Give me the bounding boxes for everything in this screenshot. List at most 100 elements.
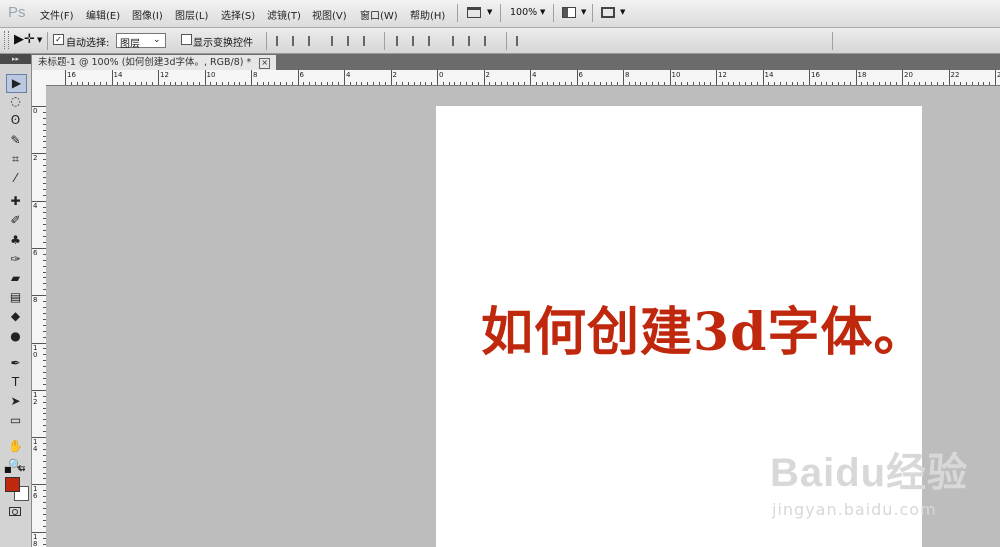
ruler-tick	[239, 82, 241, 85]
menu-select[interactable]: 选择(S)	[221, 7, 255, 22]
menu-separator	[592, 4, 593, 22]
ruler-label: 0	[439, 71, 444, 79]
ruler-tick	[669, 70, 671, 85]
options-separator	[506, 32, 507, 50]
ruler-tick	[942, 82, 944, 85]
headline-text-layer[interactable]: 如何创建3d字体。	[481, 290, 927, 365]
swap-colors-icon[interactable]: ⇆	[18, 464, 26, 474]
move-tool-icon[interactable]: ▶✛	[14, 32, 35, 47]
pen-tool-icon[interactable]: ✒	[6, 355, 25, 372]
ruler-tick	[623, 70, 624, 85]
ruler-tick	[309, 82, 311, 85]
menu-view[interactable]: 视图(V)	[312, 7, 347, 22]
distribute-horizontal-center-icon[interactable]	[468, 36, 482, 46]
screen-mode-icon[interactable]	[601, 7, 615, 18]
dodge-tool-icon[interactable]: ●	[6, 328, 25, 345]
zoom-level[interactable]: 100%	[510, 7, 537, 18]
blur-tool-icon[interactable]: ◆	[6, 308, 25, 325]
align-vertical-center-icon[interactable]	[292, 36, 306, 46]
ruler-tick	[518, 82, 520, 85]
distribute-bottom-icon[interactable]	[428, 36, 442, 46]
ruler-tick	[762, 70, 764, 85]
menu-filter[interactable]: 滤镜(T)	[267, 7, 301, 22]
toolbox-collapse-icon[interactable]: ▸▸	[0, 54, 31, 64]
brush-tool-icon[interactable]: ✐	[6, 212, 25, 229]
menu-edit[interactable]: 编辑(E)	[86, 7, 120, 22]
arrange-documents-icon[interactable]	[562, 7, 576, 18]
align-right-icon[interactable]	[363, 36, 377, 46]
ruler-label: 6	[33, 248, 38, 257]
distribute-left-icon[interactable]	[452, 36, 466, 46]
show-transform-checkbox[interactable]	[181, 34, 192, 46]
ruler-tick	[646, 82, 648, 85]
ruler-tick	[477, 82, 479, 85]
auto-select-dropdown[interactable]: 图层 ⌄	[116, 33, 166, 50]
ruler-origin[interactable]	[32, 70, 47, 86]
auto-select-checkbox[interactable]: ✓	[53, 34, 64, 46]
quick-select-tool-icon[interactable]: ✎	[6, 132, 25, 149]
menu-window[interactable]: 窗口(W)	[360, 7, 398, 22]
ruler-tick	[204, 70, 206, 85]
ruler-tick	[785, 82, 787, 85]
distribute-right-icon[interactable]	[484, 36, 498, 46]
history-brush-tool-icon[interactable]: ✑	[6, 251, 25, 268]
move-tool-icon[interactable]: ▶	[6, 74, 27, 93]
ruler-label: 12	[160, 71, 169, 79]
ruler-tick	[454, 82, 456, 85]
launch-bridge-icon[interactable]	[467, 7, 481, 18]
auto-select-value: 图层	[120, 39, 140, 50]
foreground-color-swatch[interactable]	[5, 477, 20, 492]
clone-stamp-tool-icon[interactable]: ♣	[6, 232, 25, 249]
align-left-icon[interactable]	[331, 36, 345, 46]
ruler-label: 8	[253, 71, 258, 79]
ruler-tick	[437, 70, 438, 85]
quick-mask-icon[interactable]	[9, 507, 21, 516]
ruler-tick	[466, 82, 468, 85]
type-tool-icon[interactable]: T	[6, 374, 25, 391]
ruler-tick	[530, 70, 531, 85]
ruler-tick	[233, 82, 235, 85]
ruler-tick	[320, 82, 322, 85]
menu-help[interactable]: 帮助(H)	[410, 7, 445, 22]
menu-file[interactable]: 文件(F)	[40, 7, 74, 22]
default-colors-icon[interactable]: ■	[4, 465, 12, 474]
ruler-tick	[407, 82, 409, 85]
distribute-top-icon[interactable]	[396, 36, 410, 46]
ruler-tick	[698, 82, 700, 85]
ruler-tick	[710, 82, 712, 85]
chevron-down-icon[interactable]: ▼	[37, 36, 42, 44]
ruler-tick	[820, 82, 822, 85]
menu-layer[interactable]: 图层(L)	[175, 7, 208, 22]
ruler-tick	[628, 82, 630, 85]
auto-select-label: 自动选择:	[66, 38, 110, 49]
ruler-tick	[489, 82, 491, 85]
ruler-label: 6	[299, 71, 304, 79]
distribute-vertical-center-icon[interactable]	[412, 36, 426, 46]
close-icon[interactable]: ×	[259, 58, 271, 69]
ruler-tick	[175, 82, 177, 85]
align-bottom-icon[interactable]	[308, 36, 322, 46]
marquee-tool-icon[interactable]: ◌	[6, 93, 25, 110]
ruler-tick	[227, 82, 229, 85]
auto-align-layers-icon[interactable]	[516, 36, 530, 46]
vertical-ruler[interactable]: 0 2 4 6 8 10 12 14 16 18	[32, 85, 47, 547]
align-horizontal-center-icon[interactable]	[347, 36, 361, 46]
crop-tool-icon[interactable]: ⌗	[6, 151, 25, 168]
path-select-tool-icon[interactable]: ➤	[6, 393, 25, 410]
shape-tool-icon[interactable]: ▭	[6, 412, 25, 429]
horizontal-ruler[interactable]: 161412108642024681012141618202224	[46, 70, 1000, 86]
document-tab[interactable]: 未标题-1 @ 100% (如何创建3d字体。, RGB/8) * ×	[32, 55, 277, 70]
eyedropper-tool-icon[interactable]: ⁄	[6, 170, 25, 187]
ruler-tick	[902, 70, 903, 85]
photoshop-logo: Ps	[8, 4, 26, 21]
ruler-tick	[814, 82, 816, 85]
ruler-tick	[564, 82, 566, 85]
lasso-tool-icon[interactable]: ʘ	[6, 112, 25, 129]
ruler-tick	[338, 82, 340, 85]
eraser-tool-icon[interactable]: ▰	[6, 270, 25, 287]
gradient-tool-icon[interactable]: ▤	[6, 289, 25, 306]
align-top-icon[interactable]	[276, 36, 290, 46]
menu-image[interactable]: 图像(I)	[132, 7, 163, 22]
healing-brush-tool-icon[interactable]: ✚	[6, 193, 25, 210]
hand-tool-icon[interactable]: ✋	[6, 438, 25, 455]
